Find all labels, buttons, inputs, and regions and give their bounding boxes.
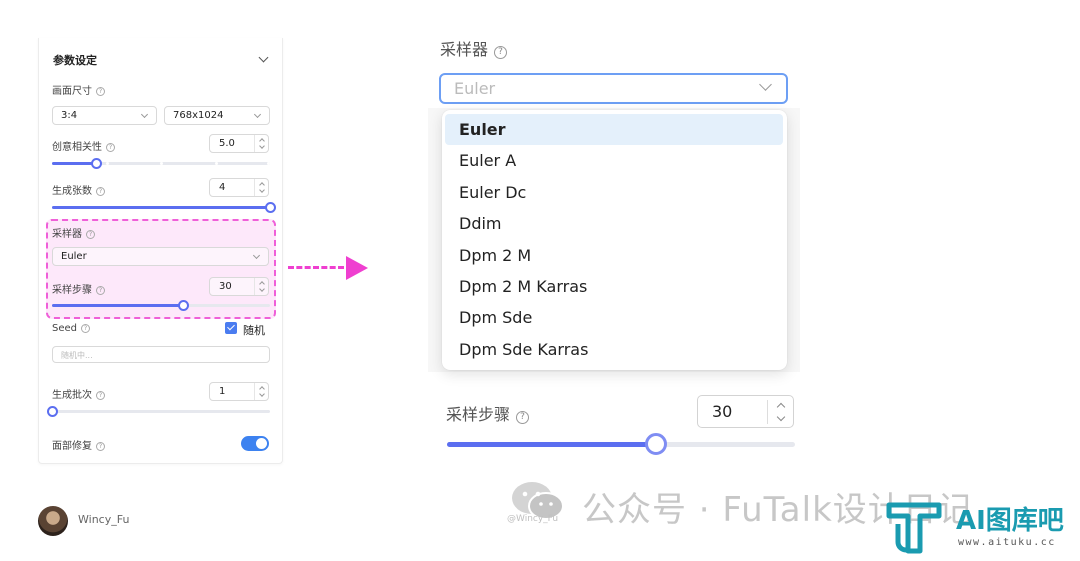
- face-fix-label: 面部修复?: [52, 437, 105, 452]
- random-checkbox[interactable]: [225, 322, 237, 334]
- chevron-down-icon: [140, 110, 149, 119]
- author-name: Wincy_Fu: [78, 513, 130, 526]
- count-slider[interactable]: [52, 202, 276, 213]
- aituku-logo-icon: [886, 502, 942, 554]
- help-icon[interactable]: ?: [96, 286, 105, 295]
- steps-label: 采样步骤?: [52, 281, 105, 296]
- sampler-option[interactable]: Dpm 2 M Karras: [445, 271, 783, 302]
- batch-label: 生成批次?: [52, 386, 105, 401]
- collapse-chevron-icon[interactable]: [258, 52, 269, 63]
- help-icon[interactable]: ?: [81, 324, 90, 333]
- detail-steps-slider[interactable]: [447, 433, 795, 455]
- sampler-dropdown: Euler Euler A Euler Dc Ddim Dpm 2 M Dpm 2 M K…: [442, 110, 787, 370]
- seed-input[interactable]: 随机中...: [52, 346, 270, 363]
- random-label: 随机: [243, 324, 265, 337]
- slider-thumb[interactable]: [90, 158, 102, 169]
- logo-text: AI图库吧: [956, 506, 1064, 536]
- seed-label: Seed?: [52, 323, 90, 334]
- slider-thumb[interactable]: [265, 202, 276, 213]
- detail-steps-label: 采样步骤?: [446, 401, 530, 425]
- slider-thumb[interactable]: [47, 406, 58, 417]
- steps-stepper[interactable]: 30: [209, 277, 269, 296]
- detail-sampler-select[interactable]: Euler: [439, 73, 788, 104]
- slider-thumb[interactable]: [177, 300, 189, 311]
- detail-steps-stepper[interactable]: 30: [697, 395, 794, 428]
- slider-thumb[interactable]: [644, 433, 667, 455]
- canvas-size-label: 画面尺寸?: [52, 82, 105, 97]
- chevron-down-icon: [252, 251, 261, 260]
- count-stepper[interactable]: 4: [209, 178, 269, 197]
- chevron-down-icon: [253, 110, 262, 119]
- sampler-option[interactable]: Euler: [445, 114, 783, 145]
- ratio-select[interactable]: 3:4: [52, 106, 157, 125]
- sampler-option[interactable]: Dpm Sde: [445, 302, 783, 333]
- chevron-down-icon: [759, 78, 772, 91]
- resolution-select[interactable]: 768x1024: [164, 106, 270, 125]
- batch-stepper[interactable]: 1: [209, 382, 269, 401]
- panel-title: 参数设定: [53, 54, 97, 67]
- help-icon[interactable]: ?: [86, 230, 95, 239]
- relevance-label: 创意相关性?: [52, 138, 115, 153]
- sampler-label: 采样器?: [52, 225, 95, 240]
- sampler-option[interactable]: Dpm Sde Karras: [445, 334, 783, 365]
- batch-slider[interactable]: [47, 406, 270, 417]
- relevance-slider[interactable]: [52, 158, 270, 169]
- help-icon[interactable]: ?: [96, 87, 105, 96]
- arrow-line: [288, 266, 344, 269]
- author-avatar: [38, 506, 68, 536]
- count-label: 生成张数?: [52, 182, 105, 197]
- sampler-select[interactable]: Euler: [52, 247, 269, 266]
- steps-slider[interactable]: [52, 300, 270, 311]
- logo-url: www.aituku.cc: [958, 537, 1056, 548]
- help-icon[interactable]: ?: [494, 46, 508, 59]
- sampler-option[interactable]: Euler A: [445, 145, 783, 176]
- face-fix-toggle[interactable]: [241, 436, 269, 451]
- help-icon[interactable]: ?: [96, 391, 105, 400]
- help-icon[interactable]: ?: [106, 143, 115, 152]
- help-icon[interactable]: ?: [516, 411, 530, 424]
- relevance-stepper[interactable]: 5.0: [209, 134, 269, 153]
- detail-sampler-label: 采样器?: [440, 36, 508, 60]
- help-icon[interactable]: ?: [96, 187, 105, 196]
- help-icon[interactable]: ?: [96, 442, 105, 451]
- arrow-right-icon: [346, 256, 368, 280]
- watermark-handle: @Wincy_Fu: [507, 514, 559, 524]
- sampler-option[interactable]: Euler Dc: [445, 177, 783, 208]
- sampler-option[interactable]: Dpm 2 M: [445, 240, 783, 271]
- sampler-option[interactable]: Ddim: [445, 208, 783, 239]
